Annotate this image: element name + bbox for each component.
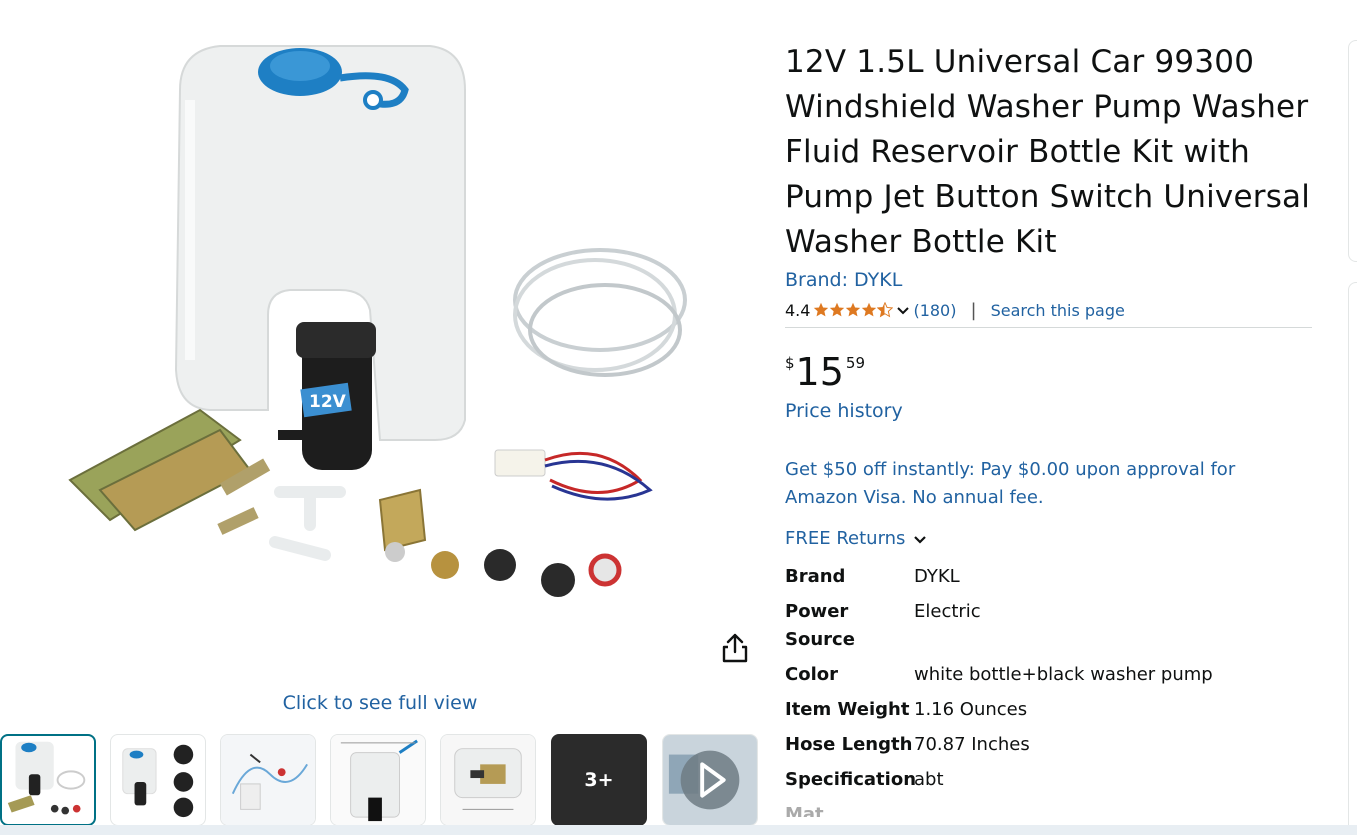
spec-label: Color (785, 664, 838, 685)
rating-value: 4.4 (785, 300, 811, 320)
spec-value: 1.16 Ounces (914, 699, 1028, 720)
spec-row: Item Weight 1.16 Ounces (785, 696, 1315, 724)
spec-row: Hose Length 70.87 Inches (785, 731, 1315, 759)
side-panel (1348, 282, 1357, 835)
free-returns-dropdown[interactable]: FREE Returns (785, 528, 1315, 549)
spec-label: Brand (785, 566, 846, 587)
main-product-image[interactable]: 12V (40, 30, 720, 650)
search-page-link[interactable]: Search this page (991, 301, 1125, 320)
product-page: 12V Click to see full view 3+ 12V 1.5L U… (0, 0, 1357, 835)
spec-value: 70.87 Inches (914, 734, 1030, 755)
chevron-down-icon[interactable] (895, 302, 911, 318)
divider (785, 327, 1312, 328)
bottom-bar (0, 825, 1357, 835)
spec-row: Power Source Electric (785, 598, 1315, 654)
thumbnail-1[interactable] (0, 734, 96, 826)
thumbnail-2[interactable] (110, 734, 206, 826)
price-symbol: $ (785, 354, 795, 372)
bottle-label: 12V (309, 392, 347, 412)
spec-row: Color white bottle+black washer pump (785, 661, 1315, 689)
full-view-link[interactable]: Click to see full view (250, 692, 510, 714)
rating-row: 4.4 (180) | Search this page (785, 297, 1315, 323)
spec-label: Power Source (785, 601, 855, 650)
free-returns-label: FREE Returns (785, 528, 906, 549)
thumbnail-5[interactable] (440, 734, 536, 826)
side-panel (1348, 40, 1357, 262)
product-title: 12V 1.5L Universal Car 99300 Windshield … (785, 44, 1311, 260)
separator: | (970, 299, 977, 321)
spec-value: abt (914, 769, 944, 790)
rating-count-link[interactable]: (180) (913, 301, 956, 320)
spec-label-cut: Mat (785, 804, 824, 817)
brand-link[interactable]: Brand: DYKL (785, 269, 1315, 291)
specs-table: Brand DYKL Power Source Electric Color w… (785, 563, 1315, 817)
share-icon[interactable] (720, 632, 750, 664)
spec-value: Electric (914, 601, 981, 622)
price: $ 15 59 (785, 350, 1315, 394)
video-thumbnail[interactable] (662, 734, 758, 826)
spec-label: Specification (785, 769, 917, 790)
spec-value: DYKL (914, 566, 960, 587)
price-history-link[interactable]: Price history (785, 400, 1315, 422)
chevron-down-icon (914, 535, 927, 544)
star-rating-icon[interactable] (813, 302, 894, 318)
thumbnail-4[interactable] (330, 734, 426, 826)
thumbnail-strip: 3+ (0, 734, 770, 835)
product-info: 12V 1.5L Universal Car 99300 Windshield … (785, 40, 1315, 817)
price-whole: 15 (795, 350, 844, 394)
promo-link[interactable]: Get $50 off instantly: Pay $0.00 upon ap… (785, 456, 1313, 512)
thumbnail-3[interactable] (220, 734, 316, 826)
spec-row: Brand DYKL (785, 563, 1315, 591)
spec-row: Specification abt (785, 766, 1315, 794)
spec-label: Hose Length (785, 734, 913, 755)
spec-value: white bottle+black washer pump (914, 664, 1213, 685)
price-fraction: 59 (845, 354, 865, 372)
more-images-thumbnail[interactable]: 3+ (551, 734, 647, 826)
spec-label: Item Weight (785, 699, 910, 720)
